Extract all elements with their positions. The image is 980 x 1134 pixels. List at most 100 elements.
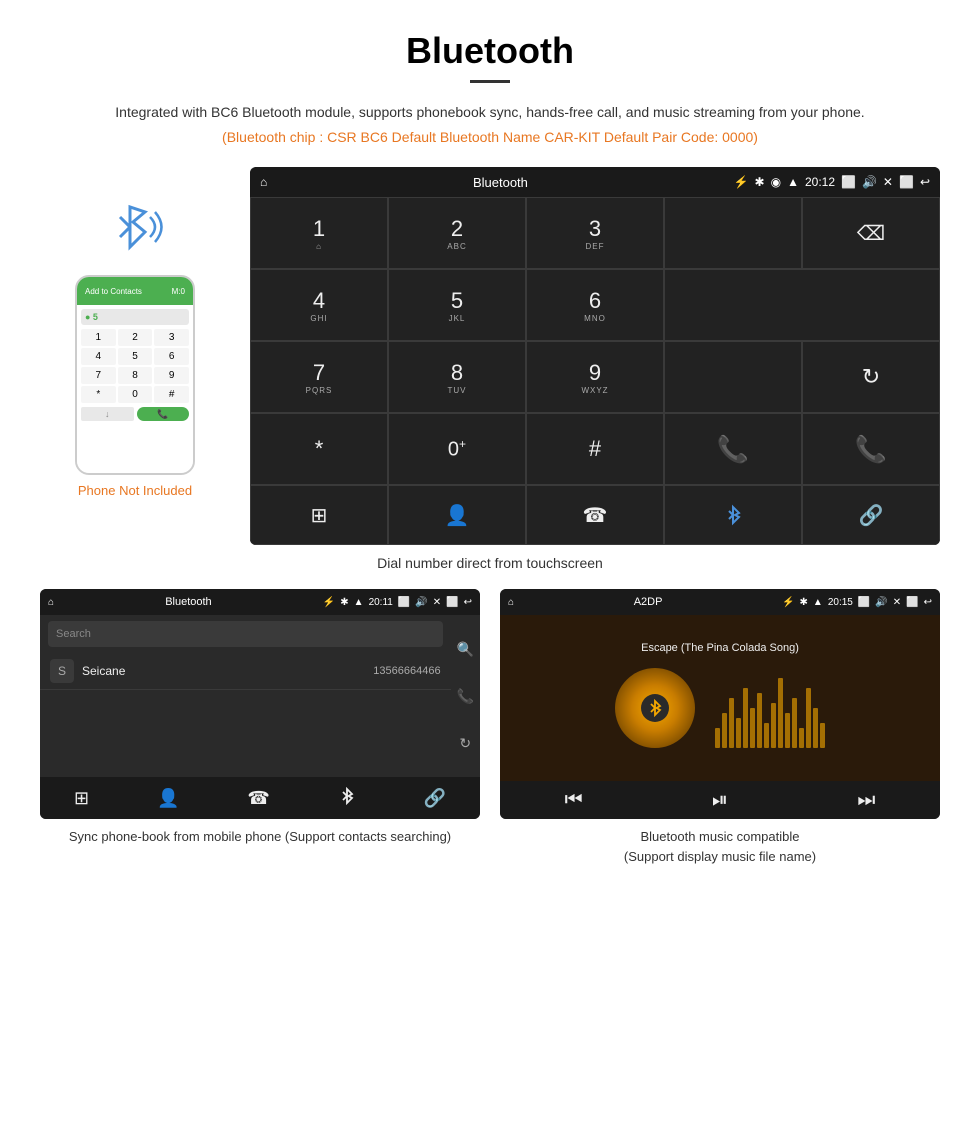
- pb-back-icon[interactable]: ↩: [464, 597, 472, 608]
- keypad-grid: 1 ⌂ 2 ABC 3 DEF ⌫ 4 GHI: [250, 197, 940, 545]
- phone-dial: ● 5 1 2 3 4 5 6 7 8 9 * 0 #: [77, 305, 193, 473]
- music-win-icon: ⬜: [906, 597, 918, 608]
- music-body: Escape (The Pina Colada Song): [500, 615, 940, 781]
- phonebook-screen: ⌂ Bluetooth ⚡ ✱ ▲ 20:11 ⬜ 🔊 ✕ ⬜ ↩: [40, 589, 480, 819]
- key-1[interactable]: 1 ⌂: [250, 197, 388, 269]
- dialpad-icon-btn[interactable]: ⊞: [250, 485, 388, 545]
- phone-key-7[interactable]: 7: [81, 367, 116, 384]
- pb-contact-avatar: S: [50, 659, 74, 683]
- phone-dial-grid: 1 2 3 4 5 6 7 8 9 * 0 #: [81, 329, 189, 403]
- pb-time: 20:11: [369, 597, 393, 608]
- pb-vol-icon: 🔊: [415, 597, 427, 608]
- phone-key-hash[interactable]: #: [154, 386, 189, 403]
- phone-key-1[interactable]: 1: [81, 329, 116, 346]
- key-0[interactable]: 0+: [388, 413, 526, 485]
- usb-icon: ⚡: [734, 175, 749, 189]
- pb-bt-icon: ✱: [340, 597, 348, 608]
- link-icon-btn[interactable]: 🔗: [802, 485, 940, 545]
- display-area: [664, 197, 802, 269]
- pb-cam-icon: ⬜: [398, 597, 410, 608]
- music-x-icon[interactable]: ✕: [893, 597, 901, 608]
- play-pause-btn[interactable]: ⏯: [712, 789, 728, 812]
- time-display: 20:12: [805, 175, 835, 189]
- music-screen: ⌂ A2DP ⚡ ✱ ▲ 20:15 ⬜ 🔊 ✕ ⬜ ↩ Escape (The…: [500, 589, 940, 819]
- contacts-icon-btn[interactable]: 👤: [388, 485, 526, 545]
- back-icon[interactable]: ↩: [920, 175, 930, 189]
- pb-contact-row[interactable]: S Seicane 13566664466: [40, 653, 451, 690]
- bottom-screenshots: ⌂ Bluetooth ⚡ ✱ ▲ 20:11 ⬜ 🔊 ✕ ⬜ ↩: [40, 589, 940, 866]
- music-art-area: [605, 658, 835, 758]
- phone-key-star[interactable]: *: [81, 386, 116, 403]
- empty-area-3: [664, 341, 802, 413]
- phone-key-8[interactable]: 8: [118, 367, 153, 384]
- pb-search-bar[interactable]: Search: [48, 621, 443, 647]
- redial-key[interactable]: ↻: [802, 341, 940, 413]
- pb-usb-icon: ⚡: [323, 597, 335, 608]
- music-cam-icon: ⬜: [858, 597, 870, 608]
- phone-not-included-label: Phone Not Included: [78, 483, 192, 498]
- backspace-key[interactable]: ⌫: [802, 197, 940, 269]
- phonebook-caption: Sync phone-book from mobile phone (Suppo…: [69, 827, 451, 847]
- pb-x-icon[interactable]: ✕: [433, 597, 441, 608]
- key-7[interactable]: 7 PQRS: [250, 341, 388, 413]
- music-back-icon[interactable]: ↩: [924, 597, 932, 608]
- pb-refresh-icon[interactable]: ↻: [459, 735, 471, 752]
- music-status-bar: ⌂ A2DP ⚡ ✱ ▲ 20:15 ⬜ 🔊 ✕ ⬜ ↩: [500, 589, 940, 615]
- phone-key-2[interactable]: 2: [118, 329, 153, 346]
- location-status-icon: ◉: [771, 175, 781, 189]
- pb-link-btn[interactable]: 🔗: [424, 788, 446, 809]
- phone-key-5[interactable]: 5: [118, 348, 153, 365]
- pb-contacts-btn[interactable]: 👤: [157, 788, 179, 809]
- pb-title: Bluetooth: [59, 596, 318, 608]
- window-icon: ⬜: [899, 175, 914, 189]
- pb-home-icon: ⌂: [48, 597, 54, 608]
- prev-btn[interactable]: ⏮: [565, 789, 583, 812]
- phone-key-6[interactable]: 6: [154, 348, 189, 365]
- music-bt-icon: ✱: [800, 597, 808, 608]
- pb-search-placeholder: Search: [56, 628, 435, 640]
- key-hash[interactable]: #: [526, 413, 664, 485]
- key-4[interactable]: 4 GHI: [250, 269, 388, 341]
- key-9[interactable]: 9 WXYZ: [526, 341, 664, 413]
- phone-top-bar: Add to Contacts M:0: [77, 277, 193, 305]
- music-item: ⌂ A2DP ⚡ ✱ ▲ 20:15 ⬜ 🔊 ✕ ⬜ ↩ Escape (The…: [500, 589, 940, 866]
- call-button[interactable]: 📞: [664, 413, 802, 485]
- phone-key-9[interactable]: 9: [154, 367, 189, 384]
- music-vol-icon: 🔊: [875, 597, 887, 608]
- phone-key-3[interactable]: 3: [154, 329, 189, 346]
- pb-bt-btn[interactable]: [338, 787, 356, 810]
- pb-dialpad-btn[interactable]: ⊞: [74, 788, 89, 809]
- key-5[interactable]: 5 JKL: [388, 269, 526, 341]
- phone-key-4[interactable]: 4: [81, 348, 116, 365]
- close-icon[interactable]: ✕: [883, 175, 893, 189]
- volume-icon: 🔊: [862, 175, 877, 189]
- dial-status-bar: ⌂ Bluetooth ⚡ ✱ ◉ ▲ 20:12 ⬜ 🔊 ✕ ⬜ ↩: [250, 167, 940, 197]
- empty-area-2: [664, 269, 940, 341]
- pb-contact-name: Seicane: [82, 664, 373, 678]
- phone-key-0[interactable]: 0: [118, 386, 153, 403]
- pb-status-bar: ⌂ Bluetooth ⚡ ✱ ▲ 20:11 ⬜ 🔊 ✕ ⬜ ↩: [40, 589, 480, 615]
- key-3[interactable]: 3 DEF: [526, 197, 664, 269]
- next-btn[interactable]: ⏭: [857, 789, 875, 812]
- pb-side-icons: 🔍 📞 ↻: [451, 615, 480, 777]
- page-wrapper: Bluetooth Integrated with BC6 Bluetooth …: [0, 0, 980, 896]
- key-8[interactable]: 8 TUV: [388, 341, 526, 413]
- subtitle-text: Integrated with BC6 Bluetooth module, su…: [40, 101, 940, 123]
- page-title: Bluetooth: [40, 30, 940, 72]
- music-disc-inner: [641, 694, 669, 722]
- key-6[interactable]: 6 MNO: [526, 269, 664, 341]
- phonebook-caption-text: Sync phone-book from mobile phone (Suppo…: [69, 829, 451, 844]
- music-controls: ⏮ ⏯ ⏭: [500, 781, 940, 819]
- bluetooth-status-icon: ✱: [755, 175, 765, 189]
- dial-caption: Dial number direct from touchscreen: [40, 555, 940, 571]
- bluetooth-icon-btn[interactable]: [664, 485, 802, 545]
- music-title: A2DP: [519, 596, 777, 608]
- end-call-button[interactable]: 📞: [802, 413, 940, 485]
- phone-icon-btn[interactable]: ☎: [526, 485, 664, 545]
- pb-search-icon[interactable]: 🔍: [457, 641, 474, 658]
- pb-phone-btn[interactable]: ☎: [247, 788, 269, 809]
- key-star[interactable]: *: [250, 413, 388, 485]
- key-2[interactable]: 2 ABC: [388, 197, 526, 269]
- phone-illustration: Add to Contacts M:0 ● 5 1 2 3 4 5 6 7: [40, 167, 230, 498]
- pb-call-icon[interactable]: 📞: [457, 688, 474, 705]
